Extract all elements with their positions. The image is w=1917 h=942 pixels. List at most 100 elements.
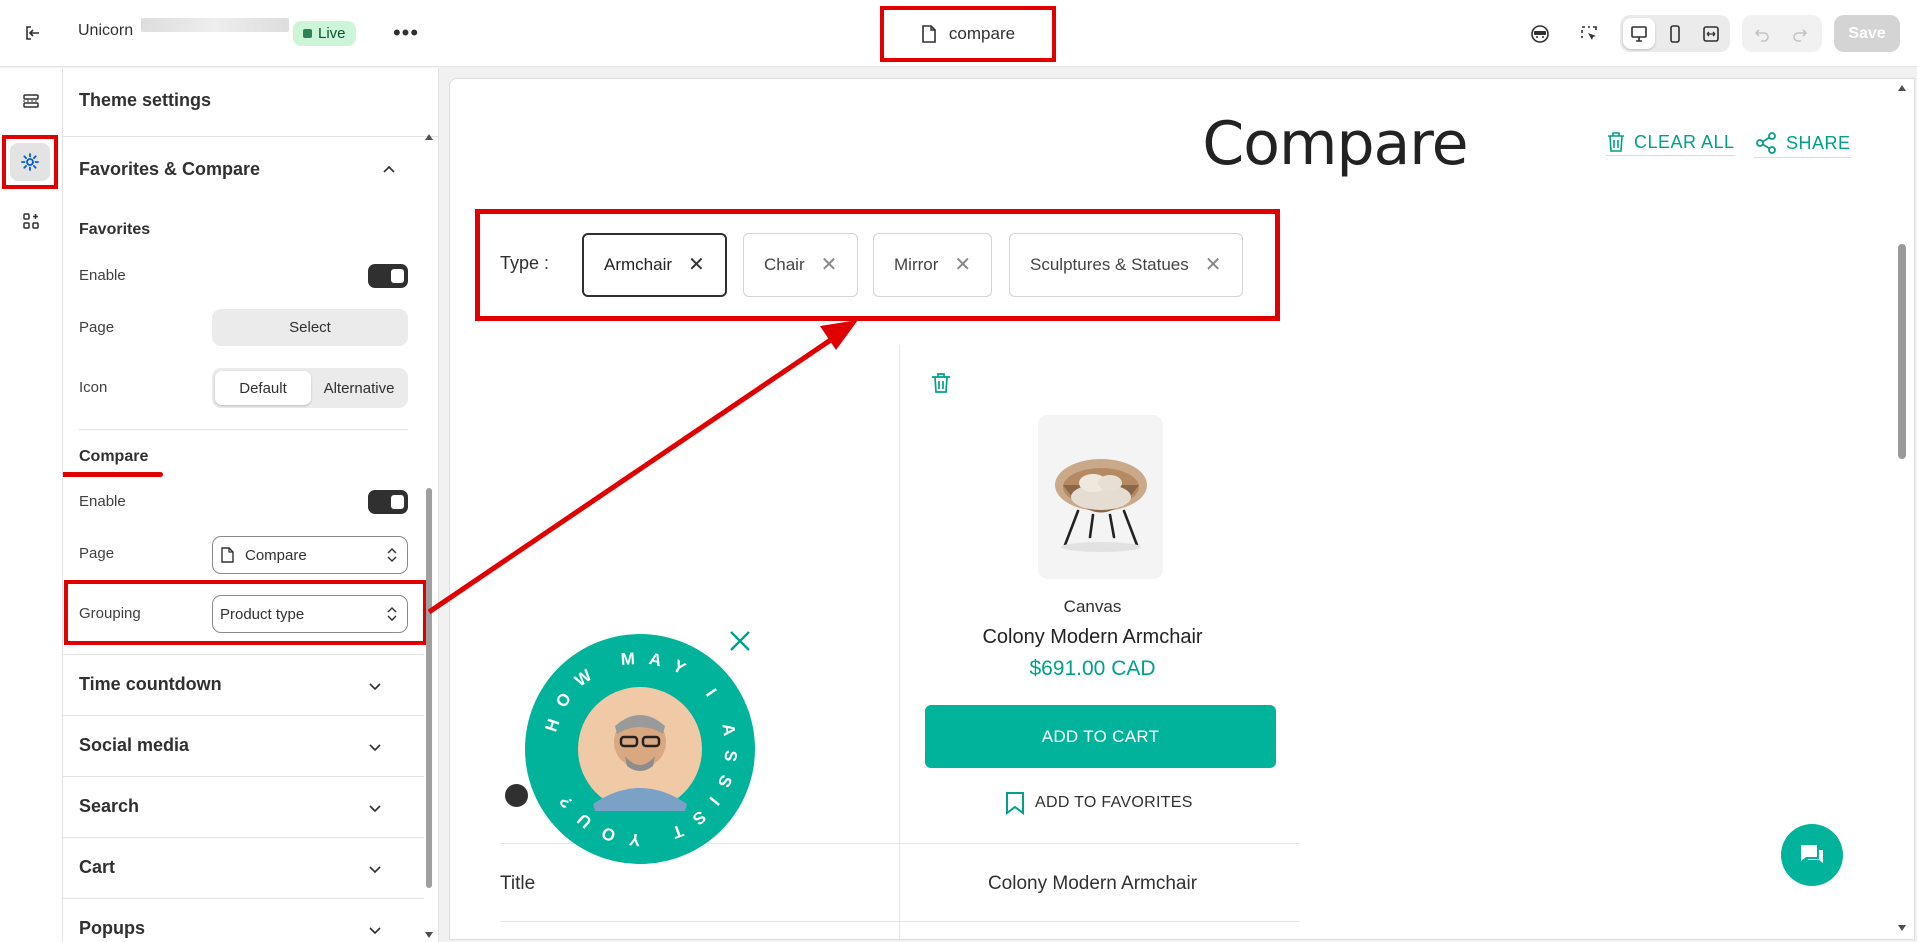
preview-scroll-down-icon[interactable] xyxy=(1897,923,1907,933)
exit-icon[interactable] xyxy=(20,22,46,44)
panel-title: Theme settings xyxy=(79,90,212,110)
scroll-up-icon[interactable] xyxy=(424,132,434,142)
grouping-dropdown[interactable]: Product type xyxy=(212,595,408,633)
live-dot-icon xyxy=(303,29,312,38)
app-embed-icon[interactable] xyxy=(1526,20,1554,48)
chevron-down-icon xyxy=(369,744,381,752)
compare-page-value: Compare xyxy=(245,546,307,564)
panel-scrollbar[interactable] xyxy=(426,488,432,888)
store-name: Unicorn xyxy=(78,22,134,39)
panel-divider xyxy=(63,136,438,137)
compare-enable-toggle[interactable] xyxy=(368,490,408,514)
section-label: Social media xyxy=(79,735,190,755)
column-divider xyxy=(899,345,900,939)
save-button[interactable]: Save xyxy=(1834,15,1900,52)
scroll-down-icon[interactable] xyxy=(424,930,434,940)
chevron-down-icon xyxy=(369,927,381,935)
compare-page-dropdown[interactable]: Compare xyxy=(212,536,408,574)
section-label: Time countdown xyxy=(79,674,222,694)
compare-heading: Compare xyxy=(79,448,149,465)
store-name-redacted xyxy=(141,18,289,32)
share-icon xyxy=(1756,132,1776,154)
chip-label: Mirror xyxy=(894,255,939,274)
add-to-cart-button[interactable]: ADD TO CART xyxy=(925,705,1276,768)
product-image[interactable] xyxy=(1038,415,1163,579)
favorites-enable-label: Enable xyxy=(79,267,126,284)
section-search[interactable]: Search xyxy=(63,776,424,837)
close-icon: ✕ xyxy=(688,254,705,276)
section-favorites-compare[interactable]: Favorites & Compare xyxy=(79,159,260,180)
more-actions-icon[interactable]: ••• xyxy=(393,20,419,46)
product-vendor: Canvas xyxy=(1063,597,1122,616)
trash-icon xyxy=(1608,132,1624,152)
preview-scroll-up-icon[interactable] xyxy=(1897,83,1907,93)
section-social-media[interactable]: Social media xyxy=(63,715,424,776)
add-to-favorites-button[interactable]: ADD TO FAVORITES xyxy=(1005,791,1193,815)
favorites-heading: Favorites xyxy=(79,221,151,238)
chevron-up-icon[interactable] xyxy=(382,162,396,176)
sections-icon[interactable] xyxy=(17,87,45,115)
mobile-view-icon[interactable] xyxy=(1659,18,1691,49)
type-chip-chair[interactable]: Chair ✕ xyxy=(743,233,859,297)
grouping-value: Product type xyxy=(220,605,305,623)
section-label: Popups xyxy=(79,918,145,938)
chip-label: Sculptures & Statues xyxy=(1030,255,1189,274)
favorites-enable-toggle[interactable] xyxy=(368,264,408,288)
compare-page-label: Page xyxy=(79,545,115,562)
chevron-down-icon xyxy=(369,805,381,813)
share-button[interactable]: SHARE xyxy=(1754,131,1851,158)
bookmark-icon xyxy=(1006,792,1024,815)
add-to-favorites-label: ADD TO FAVORITES xyxy=(1035,794,1193,811)
clear-all-label: CLEAR ALL xyxy=(1634,131,1735,152)
preview-scrollbar[interactable] xyxy=(1898,244,1906,459)
table-divider xyxy=(500,921,1300,922)
assistant-close-icon[interactable] xyxy=(728,629,752,653)
section-divider xyxy=(79,429,408,430)
store-preview: Compare CLEAR ALL SHARE Type : Armchair … xyxy=(449,78,1915,940)
close-icon: ✕ xyxy=(820,254,838,276)
section-popups[interactable]: Popups xyxy=(63,898,424,942)
type-chip-armchair[interactable]: Armchair ✕ xyxy=(582,233,727,297)
product-name[interactable]: Colony Modern Armchair xyxy=(920,626,1265,649)
redo-icon[interactable] xyxy=(1786,20,1814,48)
live-label: Live xyxy=(318,25,346,42)
undo-icon[interactable] xyxy=(1748,20,1776,48)
compare-page-title: Compare xyxy=(1202,109,1468,179)
compare-row-title-label: Title xyxy=(500,873,536,894)
top-bar: Unicorn Live ••• compare Save xyxy=(0,0,1917,67)
section-label: Search xyxy=(79,796,140,816)
favorites-page-select-button[interactable]: Select xyxy=(212,309,408,346)
grouping-label: Grouping xyxy=(79,605,141,622)
desktop-view-icon[interactable] xyxy=(1623,18,1655,49)
type-chip-mirror[interactable]: Mirror ✕ xyxy=(873,233,993,297)
page-selector[interactable]: compare xyxy=(880,6,1056,62)
type-filter-label: Type : xyxy=(500,253,550,273)
theme-settings-tab[interactable] xyxy=(2,135,58,189)
select-caret-icon xyxy=(387,548,397,562)
gear-icon xyxy=(21,153,39,171)
fullscreen-view-icon[interactable] xyxy=(1695,18,1727,49)
remove-product-trash-icon[interactable] xyxy=(930,371,952,395)
clear-all-button[interactable]: CLEAR ALL xyxy=(1606,131,1735,156)
armchair-image xyxy=(1055,459,1147,552)
apps-icon[interactable] xyxy=(17,207,45,235)
inspector-icon[interactable] xyxy=(1575,20,1603,48)
chat-button[interactable] xyxy=(1781,824,1843,886)
annotation-underline xyxy=(63,472,163,477)
share-label: SHARE xyxy=(1786,132,1851,153)
icon-option-default[interactable]: Default xyxy=(215,371,311,405)
icon-option-alternative[interactable]: Alternative xyxy=(312,371,406,405)
chat-icon xyxy=(1801,845,1823,863)
close-icon: ✕ xyxy=(1204,254,1222,276)
product-price: $691.00 CAD xyxy=(1029,657,1156,680)
favorites-icon-segmented: Default Alternative xyxy=(212,368,408,408)
undo-redo-group xyxy=(1742,15,1822,52)
chevron-down-icon xyxy=(369,683,381,691)
compare-enable-label: Enable xyxy=(79,493,126,510)
chevron-down-icon xyxy=(369,866,381,874)
section-time-countdown[interactable]: Time countdown xyxy=(63,654,424,715)
type-chip-sculptures-statues[interactable]: Sculptures & Statues ✕ xyxy=(1009,233,1243,297)
section-cart[interactable]: Cart xyxy=(63,837,424,898)
section-label: Cart xyxy=(79,857,116,877)
assistant-widget[interactable]: HOW MAY I ASSIST YOU? xyxy=(525,634,755,864)
